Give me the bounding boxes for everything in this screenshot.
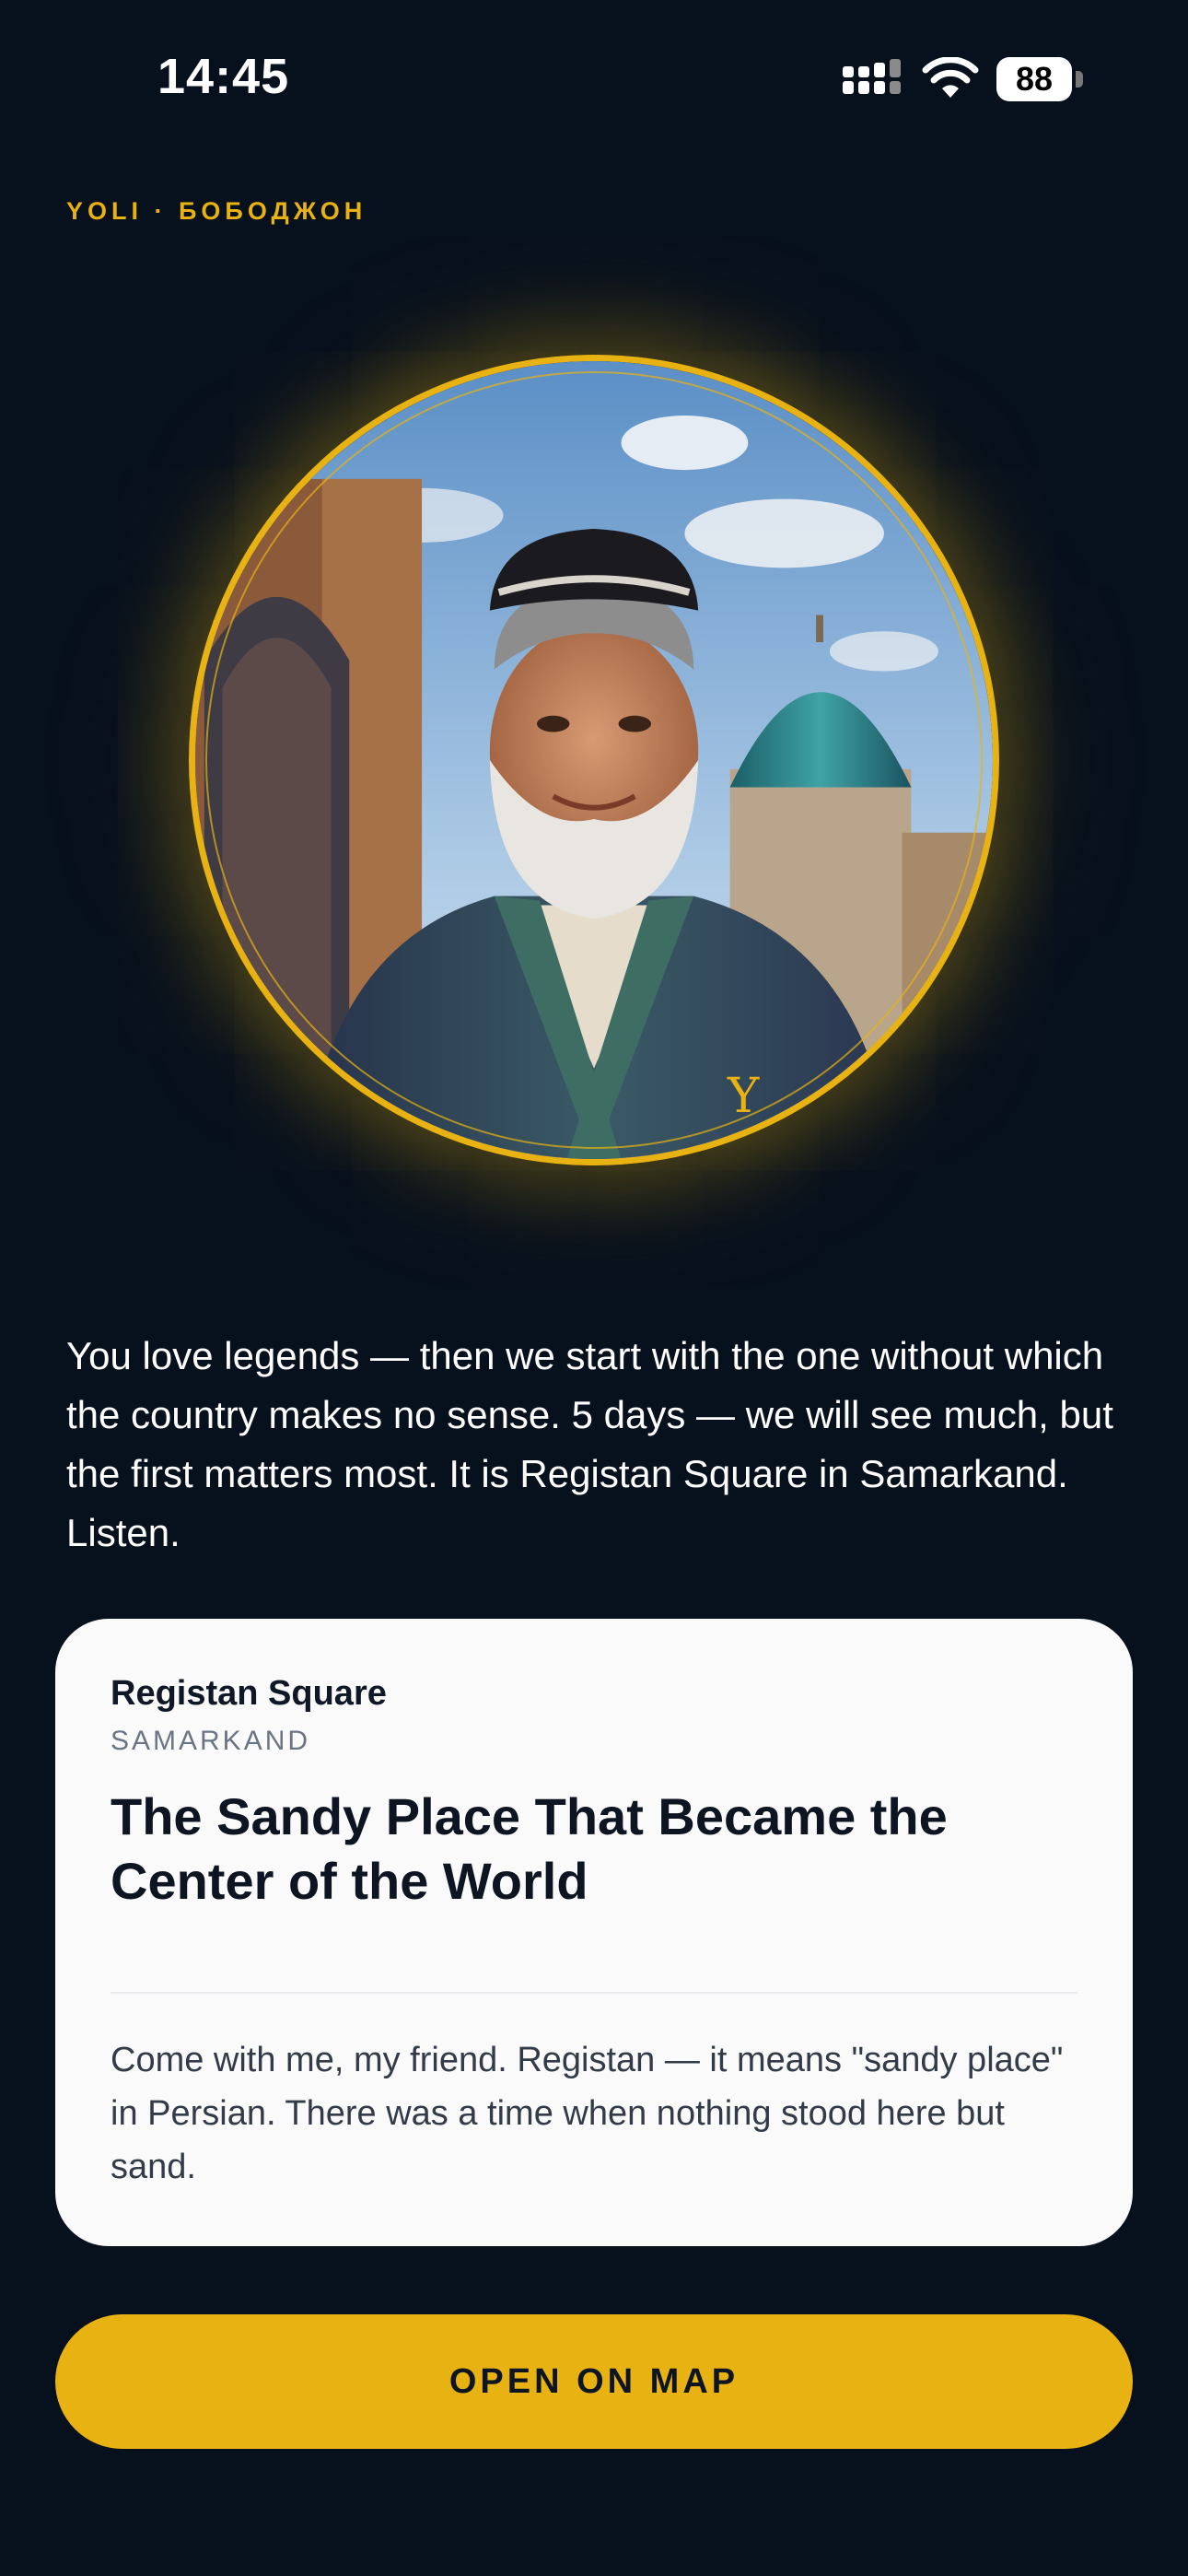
monogram: Y xyxy=(728,1069,760,1124)
open-on-map-button[interactable]: OPEN ON MAP xyxy=(55,2314,1133,2449)
cellular-signal-icon xyxy=(843,59,905,100)
brand-label: YOLI · БОБОДЖОН xyxy=(66,197,367,225)
wifi-icon xyxy=(922,57,979,98)
place-card[interactable]: Registan Square SAMARKAND The Sandy Plac… xyxy=(55,1619,1133,2246)
guide-portrait-image xyxy=(189,355,999,1165)
battery-icon: 88 xyxy=(996,57,1083,101)
status-time: 14:45 xyxy=(157,49,290,104)
battery-level: 88 xyxy=(1015,60,1054,98)
intro-text: You love legends — then we start with th… xyxy=(66,1334,1113,1554)
status-bar: 14:45 88 xyxy=(0,0,1188,166)
place-excerpt: Come with me, my friend. Registan — it m… xyxy=(111,2041,1064,2186)
card-divider xyxy=(111,1992,1077,1994)
place-headline: The Sandy Place That Became the Center o… xyxy=(111,1787,948,1910)
place-name: Registan Square xyxy=(111,1674,387,1713)
place-city: SAMARKAND xyxy=(111,1726,311,1756)
guide-portrait: Y xyxy=(189,355,999,1165)
